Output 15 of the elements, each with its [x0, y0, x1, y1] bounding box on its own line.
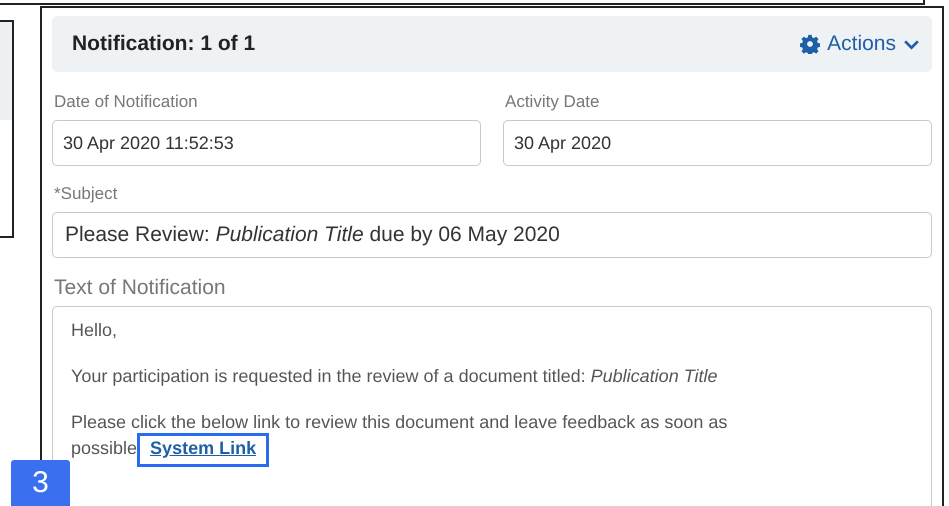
input-field[interactable]: Please Review: Publication Title due by 06 May 2020: [52, 212, 932, 258]
actions-button[interactable]: Actions: [800, 32, 920, 56]
field-label: Date of Notification: [54, 92, 199, 112]
field-label: *Subject: [54, 184, 118, 204]
field-label: Text of Notification: [54, 276, 227, 300]
paragraph: Hello,: [71, 319, 118, 342]
panel-title: Notification: 1 of 1: [72, 32, 256, 56]
paragraph: Your participation is requested in the review of a document titled: Publication Title: [71, 365, 719, 388]
step-badge: 3: [11, 460, 70, 506]
input-field[interactable]: 30 Apr 2020: [503, 120, 932, 166]
system-link[interactable]: System Link: [137, 433, 270, 468]
field-label: Activity Date: [505, 92, 600, 112]
chevron-down-icon: [903, 38, 920, 50]
gear-icon: [800, 34, 820, 54]
input-field[interactable]: 30 Apr 2020 11:52:53: [52, 120, 481, 166]
